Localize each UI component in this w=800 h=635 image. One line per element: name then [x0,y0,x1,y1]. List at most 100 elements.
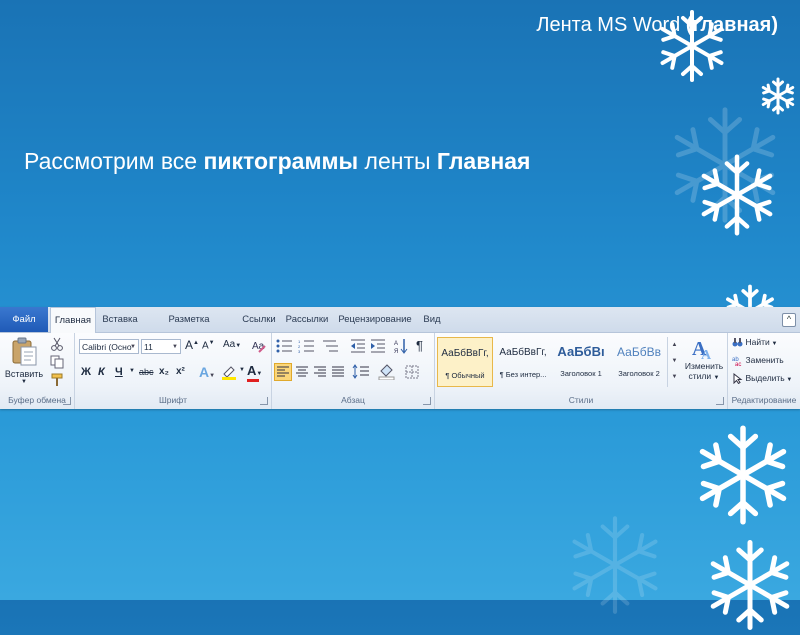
borders-icon[interactable] [404,364,420,380]
ribbon-tab-bar: Файл Главная Вставка Разметка страницы С… [0,307,800,350]
font-name-select[interactable]: Calibri (Осно ▼ [79,339,139,354]
scroll-up-icon[interactable]: ▲ [668,337,681,353]
style-no-spacing[interactable]: АаБбВвГг, ¶ Без интер... [495,337,551,387]
shading-icon[interactable] [378,363,396,380]
snowflake-icon [688,420,798,530]
tab-insert[interactable]: Вставка [98,307,142,332]
tab-file[interactable]: Файл [0,307,48,332]
paste-icon [12,337,37,366]
change-case-button[interactable]: Aa▼ [223,339,241,350]
increase-indent-icon[interactable] [370,339,386,353]
svg-text:Я: Я [394,349,398,354]
format-painter-icon[interactable] [50,373,64,387]
select-label: Выделить [745,373,785,383]
show-formatting-marks-button[interactable]: ¶ [416,338,423,353]
tab-view[interactable]: Вид [418,307,446,332]
bold-button[interactable]: Ж [81,366,91,378]
align-center-icon[interactable] [294,364,310,380]
dialog-launcher-icon[interactable] [716,397,724,405]
group-label-editing: Редактирование [731,395,797,405]
style-name: ¶ Без интер... [499,370,547,379]
group-clipboard: Вставить ▼ Буфер обмена [0,333,75,409]
style-preview: АаБбВı [557,344,605,359]
chevron-down-icon: ▼ [21,379,27,385]
tab-home[interactable]: Главная [50,307,96,334]
font-size-value: 11 [144,342,153,352]
chevron-down-icon[interactable]: ▼ [129,368,135,374]
dialog-launcher-icon[interactable] [260,397,268,405]
font-size-select[interactable]: 11 ▼ [141,339,181,354]
snowflake-icon [700,535,800,635]
cursor-icon [733,373,743,385]
body-text-bold: пиктограммы [203,148,359,174]
justify-icon[interactable] [330,364,346,380]
group-paragraph: 123 AЯ ¶ Абзац [272,333,435,409]
underline-button[interactable]: Ч [115,366,123,378]
italic-button[interactable]: К [98,366,105,378]
change-styles-icon: AA [692,338,712,361]
superscript-button[interactable]: x² [176,366,185,377]
gallery-more-icon[interactable]: ▼ [668,369,681,385]
find-button[interactable]: Найти ▼ [732,337,777,348]
slide-body-text: Рассмотрим все пиктограммы ленты Главная [24,148,530,175]
paste-button[interactable]: Вставить ▼ [4,337,44,393]
grow-font-button[interactable]: A▲ [185,338,199,352]
grow-font-icon: A [185,338,194,352]
shrink-font-icon: A [202,340,209,352]
subscript-button[interactable]: x₂ [159,366,169,377]
dialog-launcher-icon[interactable] [63,397,71,405]
group-editing: Найти ▼ ab ac Заменить Выделить ▼ Редакти… [728,333,800,409]
binoculars-icon [732,338,743,347]
chevron-down-icon: ▼ [130,344,136,350]
find-label: Найти [745,337,770,347]
text-effects-icon: A [199,364,210,380]
copy-icon[interactable] [50,355,64,369]
chevron-down-icon[interactable]: ▼ [239,367,245,373]
svg-text:3: 3 [298,349,301,353]
dialog-launcher-icon[interactable] [423,397,431,405]
cut-icon[interactable] [50,337,64,351]
select-button[interactable]: Выделить ▼ [732,373,792,385]
body-text-part: Рассмотрим все [24,148,204,174]
align-right-icon[interactable] [312,364,328,380]
decrease-indent-icon[interactable] [350,339,366,353]
minimize-ribbon-button[interactable]: ^ [782,313,796,327]
clear-formatting-icon[interactable]: Aa [251,338,267,354]
body-text-bold: Главная [436,148,531,174]
tab-review[interactable]: Рецензирование [336,307,414,332]
align-left-button[interactable] [274,363,292,381]
font-name-value: Calibri (Осно [82,342,132,352]
change-styles-button[interactable]: AA Изменить стили ▼ [683,335,725,381]
line-spacing-icon[interactable] [352,364,370,380]
replace-button[interactable]: ab ac Заменить [732,355,784,368]
svg-text:Aa: Aa [252,341,265,352]
change-styles-label: Изменить [684,361,724,371]
styles-gallery-scroll[interactable]: ▲ ▼ ▼ [667,337,681,387]
word-ribbon: Файл Главная Вставка Разметка страницы С… [0,307,800,409]
snowflake-icon [660,100,790,230]
font-color-button[interactable]: A▼ [247,363,262,382]
tab-page-layout[interactable]: Разметка страницы [146,307,232,350]
sort-icon[interactable]: AЯ [394,338,408,354]
tab-mailings[interactable]: Рассылки [284,307,330,332]
style-heading-2[interactable]: АаБбВв Заголовок 2 [611,337,667,387]
multilevel-list-icon[interactable] [322,339,340,353]
scroll-down-icon[interactable]: ▼ [668,353,681,369]
paste-label: Вставить [4,369,44,379]
text-effects-button[interactable]: A▼ [199,364,215,380]
group-font: Calibri (Осно ▼ 11 ▼ A▲ A▼ Aa▼ Aa Ж К Ч ▼ … [75,333,272,409]
shrink-font-button[interactable]: A▼ [202,340,215,351]
svg-text:A: A [701,348,712,361]
tab-references[interactable]: Ссылки [238,307,280,332]
style-normal[interactable]: АаБбВвГг, ¶ Обычный [437,337,493,387]
style-heading-1[interactable]: АаБбВı Заголовок 1 [553,337,609,387]
highlighter-icon[interactable] [221,364,237,380]
title-bold-text: (главная) [685,14,778,36]
group-styles: АаБбВвГг, ¶ Обычный АаБбВвГг, ¶ Без инте… [435,333,728,409]
strikethrough-button[interactable]: abc [139,367,154,377]
numbering-icon[interactable]: 123 [298,339,316,353]
style-name: ¶ Обычный [445,371,485,380]
replace-icon: abac [732,357,741,368]
bullets-icon[interactable] [276,339,294,353]
font-color-icon: A [247,363,257,378]
